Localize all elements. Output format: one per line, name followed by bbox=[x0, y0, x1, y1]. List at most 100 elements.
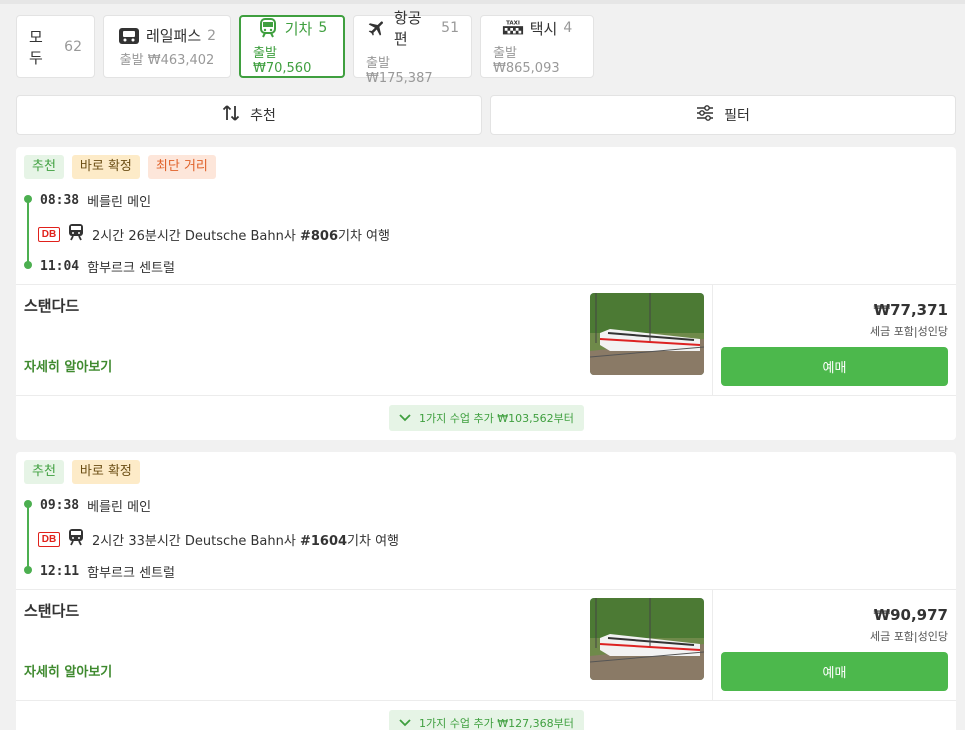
train-icon bbox=[68, 528, 84, 550]
train-icon bbox=[68, 223, 84, 245]
train-photo bbox=[590, 598, 704, 680]
tab-flight-count: 51 bbox=[441, 20, 459, 36]
departure-row: 09:38 베를린 메인 bbox=[40, 496, 151, 515]
train-number: #806 bbox=[299, 228, 338, 244]
train-info-row: DB 2시간 33분시간 Deutsche Bahn사 #1604기차 여행 bbox=[38, 528, 399, 550]
divider bbox=[712, 284, 713, 395]
train-info-duration-operator: 2시간 33분시간 Deutsche Bahn사 bbox=[92, 533, 300, 549]
arrival-station: 함부르크 센트럴 bbox=[87, 566, 175, 581]
more-classes-button[interactable]: 1가지 수업 추가 ₩127,368부터 bbox=[389, 710, 584, 730]
list-controls: 추천 필터 bbox=[16, 95, 956, 135]
train-icon bbox=[257, 18, 279, 38]
divider bbox=[16, 284, 956, 285]
tab-railpass-label: 레일패스 bbox=[145, 27, 202, 45]
arrival-station: 함부르크 센트럴 bbox=[87, 261, 175, 276]
arrival-time: 11:04 bbox=[40, 259, 80, 274]
tab-train-label: 기차 bbox=[284, 19, 313, 38]
badge-recommended: 추천 bbox=[24, 155, 64, 179]
more-classes-label: 1가지 수업 추가 ₩127,368부터 bbox=[419, 717, 574, 730]
arrival-row: 11:04 함부르크 센트럴 bbox=[40, 257, 175, 276]
db-logo-icon: DB bbox=[38, 226, 60, 242]
filter-button[interactable]: 필터 bbox=[490, 95, 956, 135]
badge-list: 추천 바로 확정 최단 거리 bbox=[24, 155, 216, 179]
fare-class-name: 스탠다드 bbox=[24, 297, 80, 315]
filter-sliders-icon bbox=[696, 104, 714, 126]
train-info-row: DB 2시간 26분시간 Deutsche Bahn사 #806기차 여행 bbox=[38, 223, 390, 245]
badge-recommended: 추천 bbox=[24, 460, 64, 484]
tab-train-count: 5 bbox=[318, 20, 328, 36]
railpass-icon bbox=[118, 26, 140, 46]
more-classes-button[interactable]: 1가지 수업 추가 ₩103,562부터 bbox=[389, 405, 584, 431]
db-logo-icon: DB bbox=[38, 531, 60, 547]
badge-shortest: 최단 거리 bbox=[147, 155, 216, 179]
filter-label: 필터 bbox=[724, 108, 750, 124]
price: ₩77,371 bbox=[873, 301, 948, 319]
train-info-suffix: 기차 여행 bbox=[338, 228, 390, 244]
tab-flight-label: 항공편 bbox=[393, 9, 422, 48]
book-button[interactable]: 예매 bbox=[721, 652, 948, 691]
train-info: 2시간 33분시간 Deutsche Bahn사 #1604기차 여행 bbox=[92, 530, 399, 549]
train-photo bbox=[590, 293, 704, 375]
journey-timeline: 09:38 베를린 메인 DB 2시간 33분시간 Deutsche Bahn사… bbox=[24, 496, 624, 581]
tab-all[interactable]: 모두 62 bbox=[16, 15, 95, 78]
tab-taxi[interactable]: TAXI 택시 4 출발 ₩865,093 bbox=[480, 15, 594, 78]
badge-instant-confirm: 바로 확정 bbox=[71, 155, 140, 179]
tab-all-label: 모두 bbox=[29, 27, 43, 67]
tab-flight[interactable]: 항공편 51 출발 ₩175,387 bbox=[353, 9, 472, 86]
departure-station: 베를린 메인 bbox=[87, 500, 152, 515]
tab-train-price: 출발 ₩70,560 bbox=[253, 45, 312, 76]
timeline-end-dot bbox=[24, 261, 32, 269]
airplane-icon bbox=[366, 18, 388, 38]
book-button[interactable]: 예매 bbox=[721, 347, 948, 386]
divider bbox=[16, 589, 956, 590]
divider bbox=[16, 395, 956, 396]
tab-railpass-price: 출발 ₩463,402 bbox=[119, 53, 215, 68]
train-info: 2시간 26분시간 Deutsche Bahn사 #806기차 여행 bbox=[92, 225, 390, 244]
timeline-line bbox=[27, 199, 29, 265]
departure-station: 베를린 메인 bbox=[87, 195, 152, 210]
more-classes-label: 1가지 수업 추가 ₩103,562부터 bbox=[419, 412, 574, 425]
departure-time: 08:38 bbox=[40, 193, 80, 208]
divider bbox=[16, 700, 956, 701]
tab-all-count: 62 bbox=[64, 38, 82, 55]
journey-timeline: 08:38 베를린 메인 DB 2시간 26분시간 Deutsche Bahn사… bbox=[24, 191, 624, 276]
train-info-suffix: 기차 여행 bbox=[347, 533, 400, 549]
divider bbox=[712, 589, 713, 700]
sort-label: 추천 bbox=[250, 108, 276, 124]
departure-row: 08:38 베를린 메인 bbox=[40, 191, 151, 210]
tab-taxi-label: 택시 bbox=[529, 19, 558, 38]
top-border bbox=[0, 0, 965, 4]
taxi-icon: TAXI bbox=[502, 18, 524, 38]
train-result-card: 추천 바로 확정 09:38 베를린 메인 DB 2시간 33분시간 Deuts… bbox=[16, 452, 956, 730]
tab-taxi-count: 4 bbox=[563, 20, 573, 36]
badge-list: 추천 바로 확정 bbox=[24, 460, 140, 484]
timeline-start-dot bbox=[24, 500, 32, 508]
taxi-sign-text: TAXI bbox=[506, 20, 520, 26]
tab-train[interactable]: 기차 5 출발 ₩70,560 bbox=[239, 15, 345, 78]
timeline-end-dot bbox=[24, 566, 32, 574]
price-note: 세금 포함|성인당 bbox=[869, 325, 948, 338]
price: ₩90,977 bbox=[873, 606, 948, 624]
tab-flight-price: 출발 ₩175,387 bbox=[366, 56, 433, 86]
arrival-row: 12:11 함부르크 센트럴 bbox=[40, 562, 175, 581]
train-result-card: 추천 바로 확정 최단 거리 08:38 베를린 메인 DB 2시간 26분시간… bbox=[16, 147, 956, 440]
price-note: 세금 포함|성인당 bbox=[869, 630, 948, 643]
learn-more-link[interactable]: 자세히 알아보기 bbox=[24, 661, 112, 680]
train-info-duration-operator: 2시간 26분시간 Deutsche Bahn사 bbox=[92, 228, 300, 244]
fare-class-name: 스탠다드 bbox=[24, 602, 80, 620]
arrival-time: 12:11 bbox=[40, 564, 80, 579]
timeline-start-dot bbox=[24, 195, 32, 203]
chevron-down-icon bbox=[399, 412, 411, 425]
sort-button[interactable]: 추천 bbox=[16, 95, 482, 135]
tab-railpass[interactable]: 레일패스 2 출발 ₩463,402 bbox=[103, 15, 231, 78]
train-number: #1604 bbox=[299, 533, 348, 549]
tab-taxi-price: 출발 ₩865,093 bbox=[493, 45, 560, 76]
tab-railpass-count: 2 bbox=[207, 27, 217, 44]
timeline-line bbox=[27, 504, 29, 570]
badge-instant-confirm: 바로 확정 bbox=[71, 460, 140, 484]
learn-more-link[interactable]: 자세히 알아보기 bbox=[24, 356, 112, 375]
transport-tabs: 모두 62 레일패스 2 출발 ₩463,402 기차 5 출발 ₩70,560… bbox=[16, 9, 594, 86]
chevron-down-icon bbox=[399, 717, 411, 730]
sort-arrows-icon bbox=[222, 104, 240, 126]
departure-time: 09:38 bbox=[40, 498, 80, 513]
